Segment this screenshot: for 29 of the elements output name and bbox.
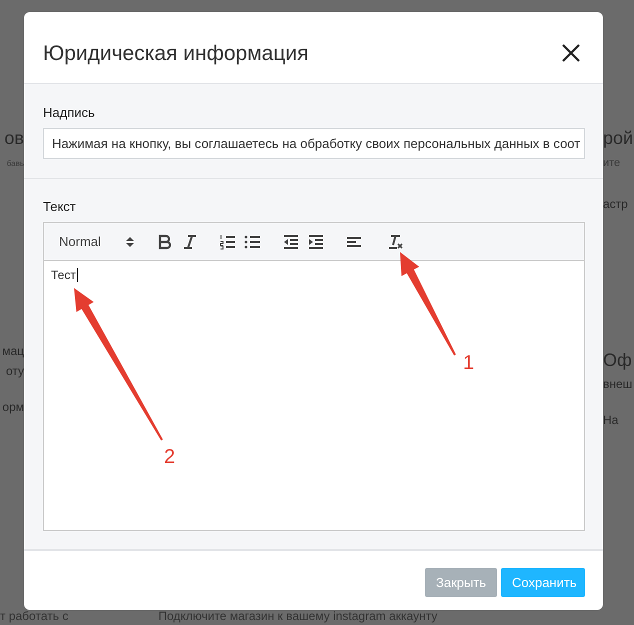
close-icon[interactable] (561, 42, 581, 62)
outdent-icon[interactable] (282, 232, 300, 250)
bold-icon[interactable] (156, 232, 174, 250)
field-label: Текст (43, 199, 77, 214)
background-text: Оф (603, 350, 633, 371)
background-text: Подключите магазин к вашему instagram аккаунту (158, 610, 438, 623)
clear-format-icon[interactable] (386, 232, 404, 250)
field-label: Надпись (43, 105, 96, 120)
format-dropdown[interactable]: Normal (59, 234, 134, 249)
editor-text: Тест (51, 268, 76, 282)
input-field[interactable]: Нажимая на кнопку, вы соглашаетесь на обработку своих персональных данных в соот (43, 128, 585, 159)
indent-icon[interactable] (307, 232, 325, 250)
background-text: внеш (603, 377, 634, 391)
annotation-number: 2 (164, 446, 176, 468)
background-text: орм (2, 400, 24, 414)
background-text: рой (603, 128, 634, 149)
annotation-number: 1 (463, 352, 474, 374)
background-text: ов (4, 128, 24, 149)
text-cursor (76, 268, 78, 282)
italic-icon[interactable] (181, 232, 199, 250)
dialog-title: Юридическая информация (43, 40, 308, 66)
background-text: оту (6, 364, 24, 378)
numbered-list-icon[interactable] (219, 232, 237, 250)
sort-caret-icon[interactable] (126, 236, 134, 248)
background-text: астр (603, 197, 629, 211)
bullet-list-icon[interactable] (244, 232, 262, 250)
background-text: мац (2, 344, 24, 358)
background-text: т работать с (0, 610, 68, 623)
background-text: На (603, 413, 620, 427)
